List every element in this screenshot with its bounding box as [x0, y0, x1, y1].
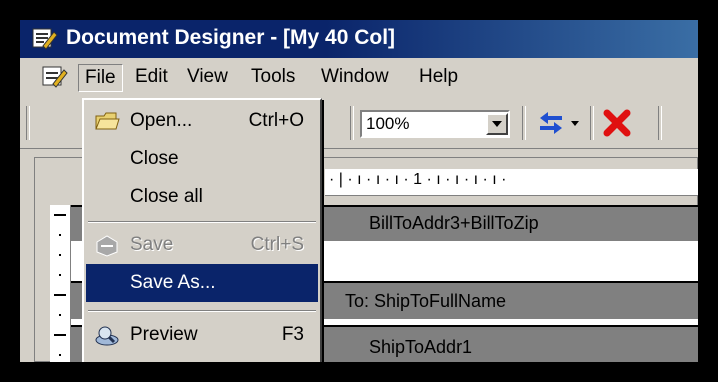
menu-item-close-all[interactable]: Close all	[86, 178, 318, 216]
open-folder-icon	[94, 108, 120, 134]
file-menu: Open... Ctrl+O Close Close all Save Ctrl…	[82, 98, 322, 362]
ruler-ticks: · | · ı · ı · ı · 1 · ı · ı · ı · ı ·	[329, 171, 507, 188]
menu-item-label: Preview	[130, 324, 198, 345]
menu-item-label: Close all	[130, 186, 203, 207]
field-shipto-name[interactable]: To: ShipToFullName	[345, 291, 506, 312]
toolbar-separator	[522, 106, 526, 140]
menu-separator	[88, 310, 316, 312]
toolbar-grip	[26, 106, 30, 140]
app-icon	[32, 27, 58, 51]
zoom-value: 100%	[366, 114, 410, 133]
menu-view[interactable]: View	[180, 64, 235, 90]
zoom-select[interactable]: 100%	[360, 110, 510, 138]
chevron-down-icon	[492, 121, 502, 127]
toolbar-separator	[590, 106, 594, 140]
window-title: Document Designer - [My 40 Col]	[66, 26, 396, 49]
menu-item-label: Save As...	[130, 272, 216, 293]
menu-window[interactable]: Window	[314, 64, 396, 90]
menu-item-label: Open...	[130, 110, 193, 131]
delete-icon[interactable]	[602, 108, 632, 138]
menu-item-preview[interactable]: Preview F3	[86, 316, 318, 354]
menu-item-open[interactable]: Open... Ctrl+O	[86, 102, 318, 140]
menu-bar: File Edit View Tools Window Help	[20, 58, 698, 96]
menu-item-label: Save	[130, 234, 174, 255]
menu-separator	[88, 221, 316, 223]
menu-help[interactable]: Help	[412, 64, 465, 90]
menu-tools[interactable]: Tools	[244, 64, 302, 90]
field-billto-addr[interactable]: BillToAddr3+BillToZip	[369, 213, 539, 234]
document-icon[interactable]	[42, 65, 68, 89]
swap-arrows-icon[interactable]	[536, 110, 566, 136]
menu-item-shortcut: F3	[281, 324, 304, 345]
zoom-dropdown-button[interactable]	[486, 113, 508, 135]
dropdown-arrow-icon[interactable]	[568, 116, 582, 130]
menu-item-shortcut: Ctrl+S	[250, 234, 304, 255]
horizontal-ruler: · | · ı · ı · ı · 1 · ı · ı · ı · ı ·	[325, 169, 698, 196]
menu-file[interactable]: File	[78, 64, 123, 92]
menu-item-save-as[interactable]: Save As...	[86, 264, 318, 302]
toolbar-separator	[350, 106, 354, 140]
save-icon	[94, 232, 120, 258]
menu-item-shortcut: Ctrl+O	[248, 110, 304, 131]
menu-item-label: Close	[130, 148, 179, 169]
menu-item-close[interactable]: Close	[86, 140, 318, 178]
app-window: Document Designer - [My 40 Col] File Edi…	[20, 20, 698, 362]
vertical-ruler	[50, 205, 71, 362]
menu-item-save: Save Ctrl+S	[86, 226, 318, 264]
toolbar-separator	[658, 106, 662, 140]
field-shipto-addr[interactable]: ShipToAddr1	[369, 337, 472, 358]
menu-edit[interactable]: Edit	[128, 64, 175, 90]
preview-icon	[94, 322, 120, 348]
title-bar: Document Designer - [My 40 Col]	[20, 20, 698, 58]
